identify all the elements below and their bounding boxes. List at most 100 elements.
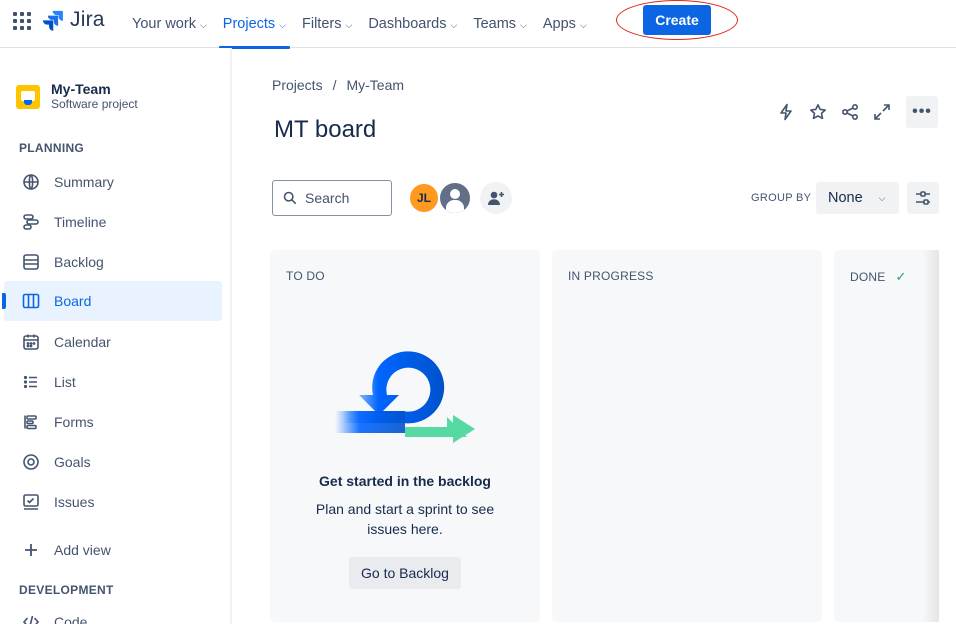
logo-text: Jira <box>70 8 105 31</box>
nav-apps[interactable]: Apps ⌵ <box>535 0 595 48</box>
sidebar-item-label: Issues <box>54 494 95 510</box>
column-title: IN PROGRESS <box>568 269 654 283</box>
sidebar-item-summary[interactable]: Summary <box>4 162 222 202</box>
breadcrumb-separator: / <box>332 77 337 93</box>
sidebar-item-code[interactable]: Code <box>4 602 222 624</box>
column-title: TO DO <box>286 269 325 283</box>
share-icon[interactable] <box>838 96 862 128</box>
sidebar-item-board[interactable]: Board <box>2 281 222 321</box>
sidebar-item-label: Board <box>54 293 92 309</box>
nav-teams[interactable]: Teams ⌵ <box>465 0 535 48</box>
planning-heading: PLANNING <box>19 141 85 155</box>
search-box[interactable] <box>272 180 392 216</box>
project-header[interactable]: My-Team Software project <box>16 82 138 111</box>
project-sidebar: My-Team Software project PLANNING Summar… <box>0 48 232 624</box>
app-switcher-icon[interactable] <box>13 12 31 30</box>
sidebar-item-calendar[interactable]: Calendar <box>4 322 222 362</box>
project-type: Software project <box>51 97 138 111</box>
board-icon <box>22 292 40 310</box>
chevron-down-icon: ⌵ <box>520 19 527 30</box>
timeline-icon <box>22 213 40 231</box>
empty-state-description: Plan and start a sprint to see issues he… <box>315 501 495 537</box>
scroll-shadow <box>923 250 939 622</box>
avatar[interactable]: JL <box>408 182 440 214</box>
nav-filters[interactable]: Filters ⌵ <box>294 0 360 48</box>
nav-menu: Your work ⌵ Projects ⌵ Filters ⌵ Dashboards… <box>124 0 595 49</box>
jira-logo-icon <box>42 10 63 31</box>
add-view-label: Add view <box>54 542 111 558</box>
project-avatar <box>16 84 40 109</box>
project-name: My-Team <box>51 81 111 97</box>
sidebar-item-timeline[interactable]: Timeline <box>4 202 222 242</box>
fullscreen-icon[interactable] <box>870 96 894 128</box>
chevron-down-icon: ⌵ <box>450 19 458 30</box>
sidebar-item-label: Timeline <box>54 214 107 230</box>
forms-icon <box>22 413 40 431</box>
add-person-icon <box>488 191 504 205</box>
nav-label: Filters <box>302 16 342 32</box>
nav-label: Your work <box>132 16 196 32</box>
sidebar-item-goals[interactable]: Goals <box>4 442 222 482</box>
sidebar-item-label: Code <box>54 614 88 624</box>
sidebar-item-label: List <box>54 374 76 390</box>
person-icon-body <box>446 200 464 213</box>
search-input[interactable] <box>305 190 381 206</box>
chevron-down-icon: ⌵ <box>579 19 587 30</box>
nav-label: Apps <box>542 16 576 32</box>
group-by-select[interactable]: None ⌵ <box>816 182 899 214</box>
list-icon <box>22 373 40 391</box>
sidebar-item-issues[interactable]: Issues <box>4 482 222 522</box>
star-icon[interactable] <box>806 96 830 128</box>
nav-projects[interactable]: Projects ⌵ <box>215 0 294 49</box>
go-to-backlog-button[interactable]: Go to Backlog <box>349 557 461 589</box>
person-icon-head <box>450 189 460 199</box>
nav-label: Projects <box>222 16 276 32</box>
settings-sliders-icon <box>916 191 930 205</box>
sidebar-item-label: Forms <box>54 414 94 430</box>
code-icon <box>22 613 40 624</box>
automation-icon[interactable] <box>774 96 798 128</box>
backlog-icon <box>22 253 40 271</box>
column-in-progress: IN PROGRESS <box>552 250 822 622</box>
issues-icon <box>22 493 40 511</box>
jira-logo[interactable]: Jira <box>42 8 105 32</box>
column-todo: TO DO Get started in the backlog Plan an… <box>270 250 540 622</box>
sidebar-item-list[interactable]: List <box>4 362 222 402</box>
sidebar-item-label: Calendar <box>54 334 111 350</box>
calendar-icon <box>22 333 40 351</box>
create-button[interactable]: Create <box>643 5 711 35</box>
sidebar-item-forms[interactable]: Forms <box>4 402 222 442</box>
sidebar-item-label: Summary <box>54 174 114 190</box>
breadcrumb-project[interactable]: My-Team <box>346 77 404 93</box>
globe-icon <box>22 173 40 191</box>
breadcrumb: Projects / My-Team <box>272 77 404 93</box>
column-title: DONE <box>850 270 886 284</box>
chevron-down-icon: ⌵ <box>345 19 353 30</box>
sprint-illustration <box>335 351 475 443</box>
board-actions: ••• <box>774 96 938 128</box>
empty-state: Get started in the backlog Plan and star… <box>270 345 540 589</box>
development-heading: DEVELOPMENT <box>19 583 114 597</box>
more-actions-button[interactable]: ••• <box>906 96 938 128</box>
nav-dashboards[interactable]: Dashboards ⌵ <box>360 0 465 48</box>
plus-icon <box>22 541 40 559</box>
goals-icon <box>22 453 40 471</box>
search-icon <box>283 191 297 205</box>
check-icon: ✓ <box>895 269 907 284</box>
avatar-default[interactable] <box>438 181 472 215</box>
view-settings-button[interactable] <box>907 182 939 214</box>
sidebar-item-label: Backlog <box>54 254 104 270</box>
group-by-value: None <box>828 190 863 206</box>
nav-your-work[interactable]: Your work ⌵ <box>124 0 215 48</box>
nav-label: Dashboards <box>368 16 447 32</box>
add-people-button[interactable] <box>480 182 512 214</box>
sidebar-item-label: Goals <box>54 454 91 470</box>
add-view-button[interactable]: Add view <box>4 530 222 570</box>
nav-label: Teams <box>473 16 517 32</box>
column-title-wrap: DONE ✓ <box>850 269 907 285</box>
ellipsis-icon: ••• <box>912 103 932 120</box>
board-main: Projects / My-Team MT board ••• JL GROUP… <box>234 48 956 624</box>
breadcrumb-projects[interactable]: Projects <box>272 77 323 93</box>
sidebar-item-backlog[interactable]: Backlog <box>4 242 222 282</box>
chevron-down-icon: ⌵ <box>878 192 886 203</box>
